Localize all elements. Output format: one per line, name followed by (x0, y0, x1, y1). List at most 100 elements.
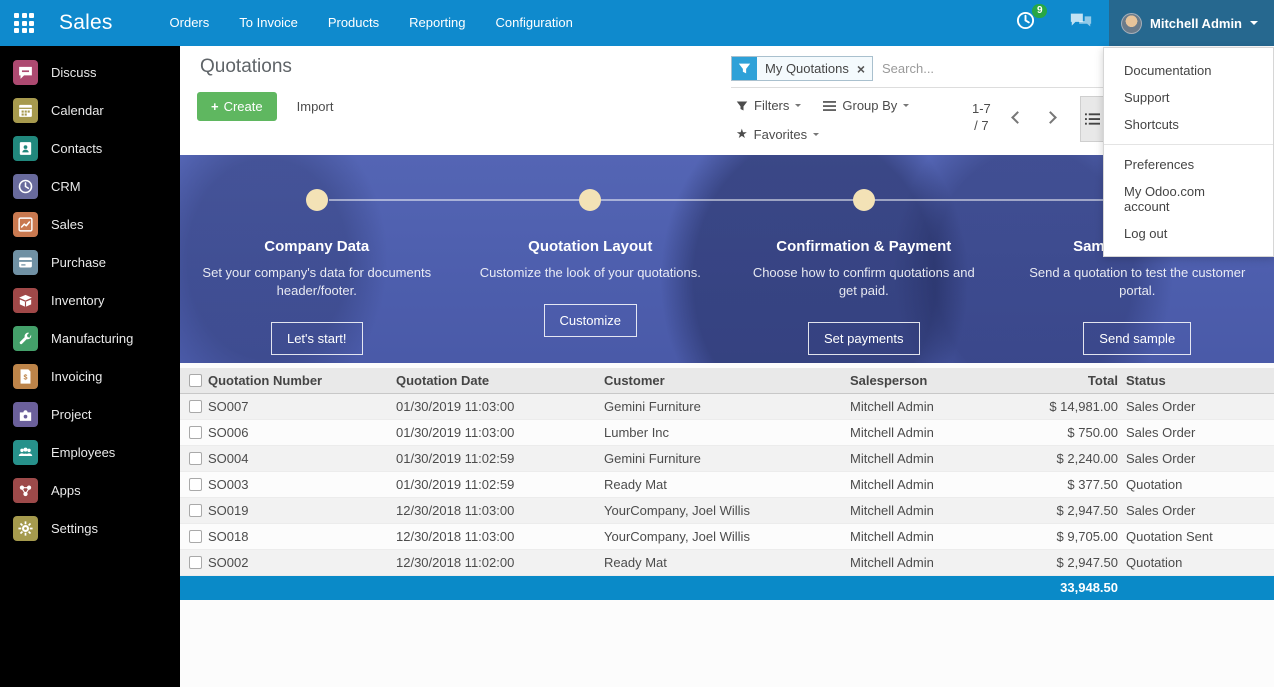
sidebar-item-calendar[interactable]: Calendar (0, 91, 180, 129)
top-menu-reporting[interactable]: Reporting (394, 0, 480, 46)
sidebar-item-employees[interactable]: Employees (0, 433, 180, 471)
table-row[interactable]: SO00601/30/2019 11:03:00Lumber IncMitche… (180, 419, 1274, 445)
pager-next-button[interactable] (1044, 111, 1057, 124)
topbar-right: 9 Mitchell Admin (1016, 0, 1274, 46)
sidebar-item-label: Apps (51, 483, 81, 498)
menu-item-my-odoo-com-account[interactable]: My Odoo.com account (1104, 178, 1273, 220)
row-checkbox[interactable] (189, 400, 202, 413)
sidebar-item-label: Discuss (51, 65, 97, 80)
step-action-button[interactable]: Let's start! (271, 322, 363, 355)
group-by-button[interactable]: Group By (823, 98, 909, 113)
top-menu-orders[interactable]: Orders (155, 0, 225, 46)
sidebar-item-label: Manufacturing (51, 331, 133, 346)
chevron-down-icon (903, 104, 909, 107)
row-checkbox[interactable] (189, 504, 202, 517)
table-row[interactable]: SO01912/30/2018 11:03:00YourCompany, Joe… (180, 497, 1274, 523)
create-button[interactable]: +Create (197, 92, 277, 121)
top-menu-to-invoice[interactable]: To Invoice (224, 0, 313, 46)
activity-icon[interactable]: 9 (1016, 11, 1035, 35)
page-title: Quotations (200, 56, 292, 78)
sidebar-item-label: Settings (51, 521, 98, 536)
step-title: Company Data (180, 238, 454, 255)
select-all-checkbox[interactable] (189, 374, 202, 387)
sidebar-item-contacts[interactable]: Contacts (0, 129, 180, 167)
list-view-switcher[interactable] (1080, 96, 1105, 142)
row-checkbox[interactable] (189, 426, 202, 439)
step-action-button[interactable]: Send sample (1083, 322, 1191, 355)
menu-item-preferences[interactable]: Preferences (1104, 151, 1273, 178)
sidebar-item-project[interactable]: Project (0, 395, 180, 433)
top-menu-configuration[interactable]: Configuration (481, 0, 588, 46)
cell-salesperson: Mitchell Admin (846, 445, 1010, 471)
row-checkbox[interactable] (189, 530, 202, 543)
step-description: Set your company's data for documents he… (202, 264, 432, 300)
column-header-customer[interactable]: Customer (600, 368, 846, 393)
apps-grid-icon[interactable] (14, 13, 34, 33)
column-header-salesperson[interactable]: Salesperson (846, 368, 1010, 393)
chevron-down-icon (1250, 21, 1258, 25)
user-menu-button[interactable]: Mitchell Admin (1109, 0, 1274, 46)
cell-number: SO018 (204, 523, 392, 549)
star-icon: ★ (736, 126, 748, 142)
sidebar-item-crm[interactable]: CRM (0, 167, 180, 205)
sidebar-item-label: Purchase (51, 255, 106, 270)
cell-salesperson: Mitchell Admin (846, 471, 1010, 497)
sidebar-item-purchase[interactable]: Purchase (0, 243, 180, 281)
menu-item-shortcuts[interactable]: Shortcuts (1104, 111, 1273, 138)
cell-date: 01/30/2019 11:02:59 (392, 445, 600, 471)
menu-item-support[interactable]: Support (1104, 84, 1273, 111)
facet-label: My Quotations (757, 57, 855, 80)
sidebar-item-label: CRM (51, 179, 81, 194)
cell-customer: Ready Mat (600, 549, 846, 575)
funnel-icon (736, 100, 748, 112)
quotations-table: Quotation NumberQuotation DateCustomerSa… (180, 368, 1274, 600)
table-row[interactable]: SO00401/30/2019 11:02:59Gemini Furniture… (180, 445, 1274, 471)
facet-remove-icon[interactable]: × (855, 57, 872, 80)
menu-item-documentation[interactable]: Documentation (1104, 57, 1273, 84)
sidebar-item-label: Invoicing (51, 369, 102, 384)
top-menu-products[interactable]: Products (313, 0, 394, 46)
project-icon (13, 402, 38, 427)
menu-item-log-out[interactable]: Log out (1104, 220, 1273, 247)
table-row[interactable]: SO00701/30/2019 11:03:00Gemini Furniture… (180, 393, 1274, 419)
filter-funnel-icon (732, 57, 757, 80)
table-header-row: Quotation NumberQuotation DateCustomerSa… (180, 368, 1274, 393)
user-dropdown-menu: DocumentationSupportShortcuts Preferences… (1103, 47, 1274, 257)
column-header-quotation-number[interactable]: Quotation Number (204, 368, 392, 393)
row-checkbox[interactable] (189, 478, 202, 491)
sidebar-item-sales[interactable]: Sales (0, 205, 180, 243)
column-header-quotation-date[interactable]: Quotation Date (392, 368, 600, 393)
row-checkbox[interactable] (189, 556, 202, 569)
discuss-icon (13, 60, 38, 85)
messages-icon[interactable] (1069, 11, 1093, 36)
sidebar-item-manufacturing[interactable]: Manufacturing (0, 319, 180, 357)
table-row[interactable]: SO01812/30/2018 11:03:00YourCompany, Joe… (180, 523, 1274, 549)
row-checkbox[interactable] (189, 452, 202, 465)
step-action-button[interactable]: Set payments (808, 322, 920, 355)
pager-previous-button[interactable] (1011, 111, 1024, 124)
step-action-button[interactable]: Customize (544, 304, 637, 337)
table-row[interactable]: SO00301/30/2019 11:02:59Ready MatMitchel… (180, 471, 1274, 497)
column-header-status[interactable]: Status (1122, 368, 1274, 393)
sidebar-item-invoicing[interactable]: $Invoicing (0, 357, 180, 395)
sidebar-item-discuss[interactable]: Discuss (0, 53, 180, 91)
favorites-button[interactable]: ★ Favorites (736, 126, 819, 142)
pager-range: 1-7 / 7 (972, 100, 991, 134)
search-input[interactable]: Search... (882, 56, 934, 81)
activity-count-badge: 9 (1032, 4, 1047, 18)
onboarding-step: Company Data Set your company's data for … (180, 189, 454, 355)
cell-salesperson: Mitchell Admin (846, 419, 1010, 445)
user-name: Mitchell Admin (1150, 16, 1242, 31)
sidebar-item-settings[interactable]: Settings (0, 509, 180, 547)
sidebar-item-inventory[interactable]: Inventory (0, 281, 180, 319)
sidebar-item-apps[interactable]: Apps (0, 471, 180, 509)
import-button[interactable]: Import (297, 99, 334, 114)
cell-salesperson: Mitchell Admin (846, 393, 1010, 419)
table-row[interactable]: SO00212/30/2018 11:02:00Ready MatMitchel… (180, 549, 1274, 575)
column-header-total[interactable]: Total (1010, 368, 1122, 393)
app-brand[interactable]: Sales (59, 11, 113, 35)
cell-customer: Lumber Inc (600, 419, 846, 445)
filters-button[interactable]: Filters (736, 98, 801, 113)
cell-date: 01/30/2019 11:03:00 (392, 393, 600, 419)
sidebar-item-label: Inventory (51, 293, 104, 308)
